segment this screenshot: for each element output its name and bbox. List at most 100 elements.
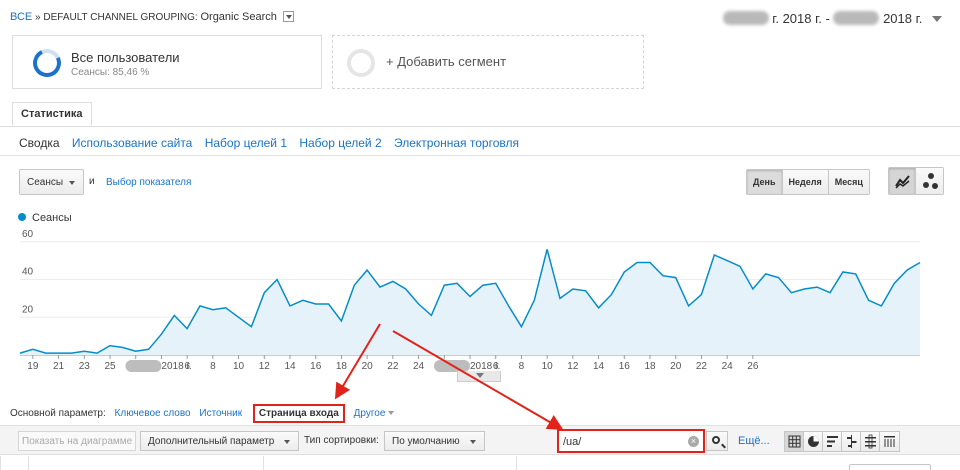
x-tick-label: 21 [53, 361, 65, 372]
chart-type-selector [888, 167, 944, 195]
chart-legend: Сеансы [18, 212, 72, 224]
chevron-down-icon [284, 440, 291, 444]
x-tick-label: 10 [233, 361, 245, 372]
table-header-cell [516, 456, 517, 470]
search-button[interactable] [706, 431, 728, 451]
x-tick-label: 16 [619, 361, 631, 372]
add-segment-label: + Добавить сегмент [386, 54, 507, 69]
x-tick-label: 14 [284, 361, 296, 372]
tab-divider [0, 126, 960, 127]
table-search-box: × [557, 429, 705, 453]
chevron-down-icon [388, 411, 395, 415]
segment-ring-icon [29, 45, 65, 81]
primary-dimension-label: Основной параметр: [10, 408, 106, 419]
line-chart-button[interactable] [889, 168, 916, 194]
date-range-start: г. 2018 г. - [772, 11, 830, 26]
clear-search-icon[interactable]: × [688, 436, 699, 447]
x-tick-label: 18 [644, 361, 656, 372]
table-view-pie-button[interactable] [804, 432, 823, 451]
plot-rows-button[interactable]: Показать на диаграмме [18, 431, 137, 451]
table-view-performance-button[interactable] [823, 432, 842, 451]
breadcrumb: ВСЕ » DEFAULT CHANNEL GROUPING: Organic … [10, 11, 294, 23]
x-tick-label: 19 [27, 361, 39, 372]
sort-type-select[interactable]: По умолчанию [384, 431, 485, 451]
bubble-dot-icon [928, 173, 934, 179]
data-table-header [0, 456, 960, 470]
table-view-data-button[interactable] [785, 432, 804, 451]
x-tick-label: 24 [413, 361, 425, 372]
comparison-icon [847, 435, 857, 448]
tab-statistics[interactable]: Статистика [12, 102, 92, 126]
advanced-filter-link[interactable]: Ещё... [738, 435, 770, 447]
breadcrumb-dropdown-icon[interactable] [282, 11, 294, 22]
period-selector: День Неделя Месяц [746, 169, 870, 195]
subtab-ecommerce[interactable]: Электронная торговля [394, 136, 519, 150]
period-day-button[interactable]: День [747, 170, 783, 194]
sort-type-value: По умолчанию [392, 436, 460, 447]
x-tick-label: 26 [747, 361, 759, 372]
report-subtabs: Сводка Использование сайта Набор целей 1… [19, 136, 528, 150]
x-tick-label: 22 [696, 361, 708, 372]
x-tick-label: 6 [184, 361, 190, 372]
dimension-keyword-link[interactable]: Ключевое слово [115, 408, 191, 419]
secondary-dimension-select[interactable]: Дополнительный параметр [140, 431, 300, 451]
x-tick-label: 24 [722, 361, 734, 372]
sort-type-label: Тип сортировки: [304, 435, 379, 446]
secondary-dimension-label: Дополнительный параметр [148, 436, 275, 447]
x-tick-label: 12 [567, 361, 579, 372]
legend-series-dot [18, 213, 26, 221]
date-range-end: 2018 г. [883, 11, 923, 26]
breadcrumb-separator: » [35, 12, 41, 23]
table-view-summary-button[interactable] [861, 432, 880, 451]
pie-chart-icon [808, 436, 819, 447]
y-tick-label: 40 [22, 267, 34, 278]
subtab-summary[interactable]: Сводка [19, 136, 60, 150]
x-tick-label: 12 [259, 361, 271, 372]
dimension-source-link[interactable]: Источник [199, 408, 242, 419]
table-search-input[interactable] [563, 434, 683, 450]
table-header-cell [263, 456, 264, 470]
search-icon [712, 436, 720, 444]
dimension-landing-page[interactable]: Страница входа [252, 404, 345, 423]
x-tick-label: 23 [79, 361, 91, 372]
chevron-down-icon [69, 181, 75, 185]
subtab-goal-set-1[interactable]: Набор целей 1 [205, 136, 287, 150]
dimension-other-dropdown[interactable]: Другое [354, 408, 395, 419]
line-chart-icon [895, 175, 910, 189]
empty-segment-ring-icon [347, 49, 375, 77]
choose-metric-link[interactable]: Выбор показателя [106, 177, 191, 188]
breadcrumb-root-link[interactable]: ВСЕ [10, 11, 32, 23]
table-view-pivot-button[interactable] [880, 432, 899, 451]
table-toolbar: Показать на диаграмме Дополнительный пар… [0, 425, 960, 455]
metric-select[interactable]: Сеансы [19, 169, 84, 195]
subtab-site-usage[interactable]: Использование сайта [72, 136, 193, 150]
x-tick-label: 22 [387, 361, 399, 372]
sessions-chart: 20406019212325272018 г.68101214161820222… [19, 229, 921, 372]
motion-chart-button[interactable] [916, 168, 943, 194]
chevron-down-icon [469, 440, 476, 444]
x-tick-label: 8 [519, 361, 525, 372]
table-header-control[interactable] [849, 464, 931, 470]
x-tick-label: 8 [210, 361, 216, 372]
period-week-button[interactable]: Неделя [782, 170, 829, 194]
chart-collapse-handle[interactable] [457, 371, 501, 382]
redacted-end-date [833, 11, 880, 25]
x-tick-label: 16 [310, 361, 322, 372]
breadcrumb-grouping: DEFAULT CHANNEL GROUPING: [43, 12, 198, 23]
metric-select-value: Сеансы [27, 177, 64, 188]
dimension-other-label: Другое [353, 408, 386, 419]
add-segment-button[interactable]: + Добавить сегмент [332, 35, 644, 89]
breadcrumb-current: Organic Search [200, 11, 277, 23]
bar-chart-icon [827, 436, 838, 447]
active-segment-card[interactable]: Все пользователи Сеансы: 85,46 % [12, 35, 322, 89]
redacted-month-label [125, 360, 162, 372]
date-range-picker[interactable]: г. 2018 г. - 2018 г. [722, 11, 942, 26]
series-area [20, 249, 920, 355]
x-tick-label: 20 [670, 361, 682, 372]
chevron-down-icon[interactable] [932, 16, 942, 22]
subtab-goal-set-2[interactable]: Набор целей 2 [299, 136, 381, 150]
period-month-button[interactable]: Месяц [828, 170, 869, 194]
pivot-icon [884, 436, 895, 447]
toolbar-divider [0, 155, 960, 156]
table-view-comparison-button[interactable] [842, 432, 861, 451]
